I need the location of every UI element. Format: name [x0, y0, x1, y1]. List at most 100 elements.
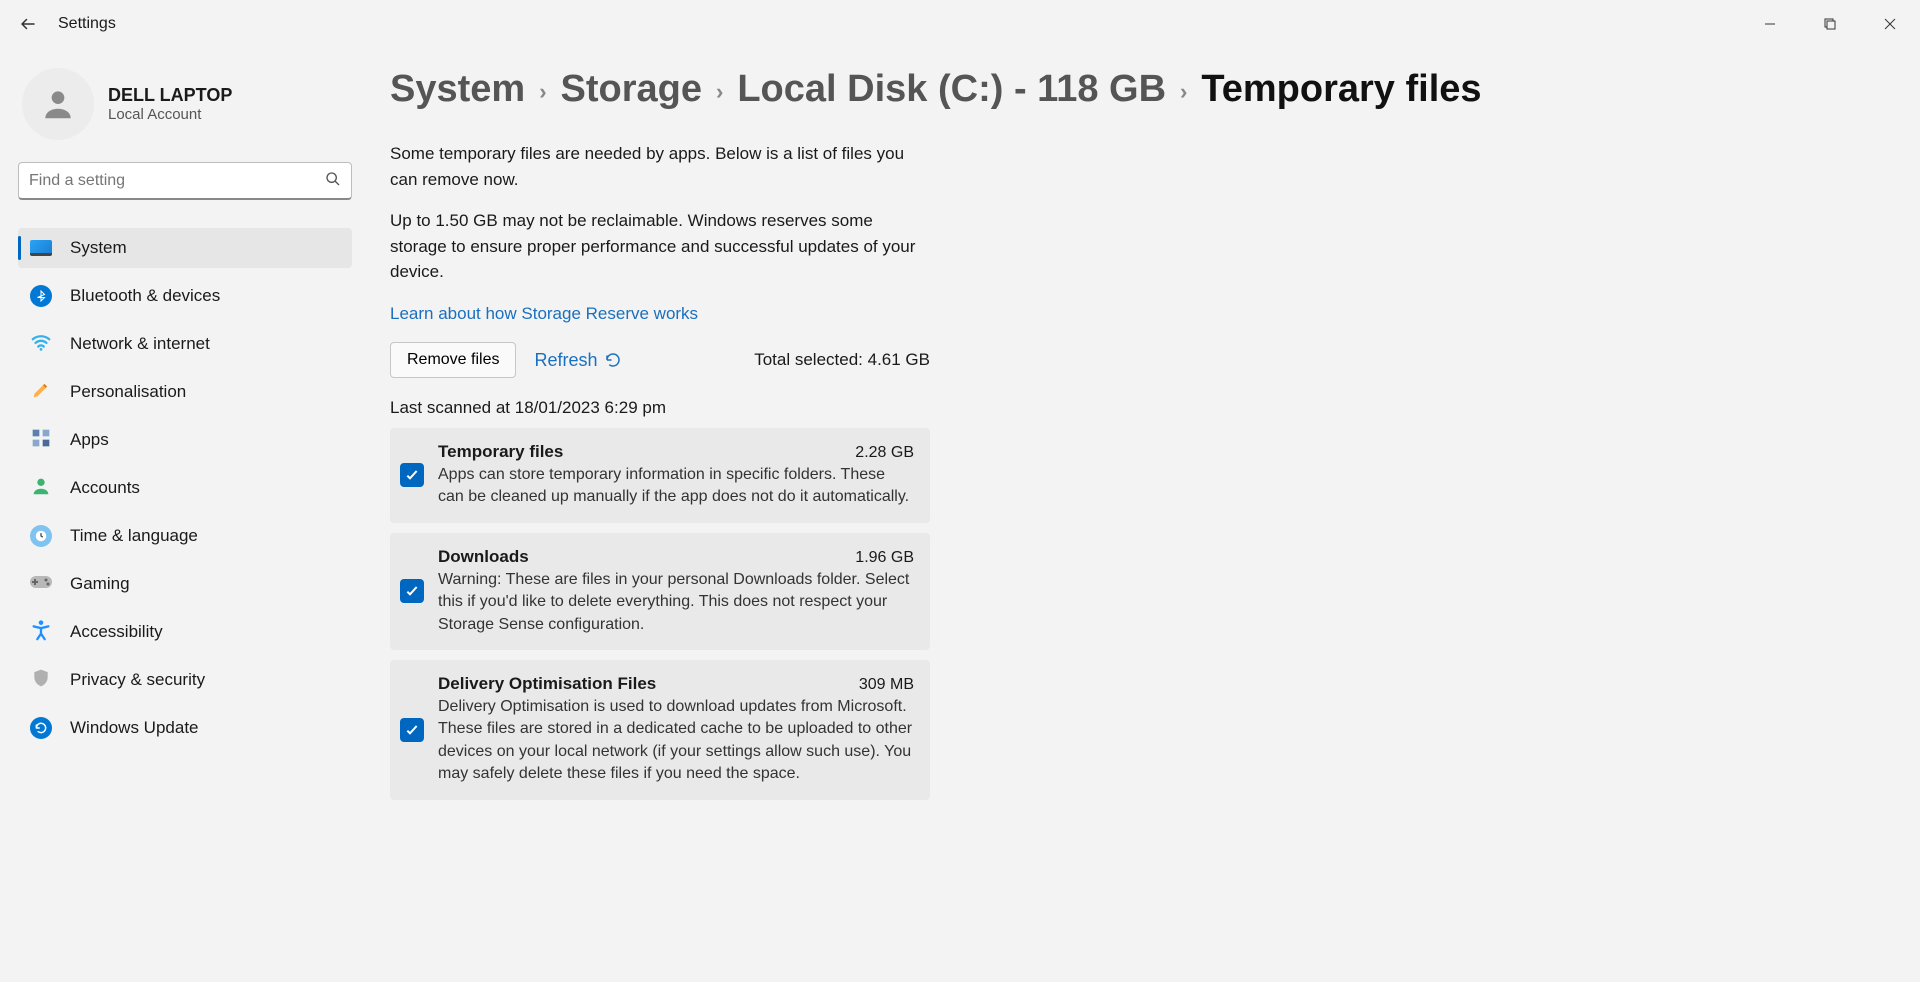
- nav-label: Accessibility: [70, 622, 163, 642]
- system-icon: [30, 240, 52, 256]
- nav-icon-wrap: [30, 285, 52, 307]
- nav-icon-wrap: [30, 573, 52, 595]
- nav-label: Gaming: [70, 574, 130, 594]
- chevron-right-icon: ›: [539, 79, 546, 105]
- file-size: 1.96 GB: [855, 549, 914, 567]
- nav-label: Time & language: [70, 526, 198, 546]
- close-button[interactable]: [1860, 0, 1920, 48]
- close-icon: [1884, 18, 1896, 30]
- content: System › Storage › Local Disk (C:) - 118 GB ›…: [370, 48, 1920, 982]
- search-icon: [325, 171, 341, 191]
- account-type: Local Account: [108, 106, 232, 123]
- file-checkbox[interactable]: [400, 718, 424, 742]
- search-input-wrap[interactable]: [18, 162, 352, 200]
- minimize-button[interactable]: [1740, 0, 1800, 48]
- window-controls: [1740, 0, 1920, 48]
- file-list: Temporary files2.28 GBApps can store tem…: [390, 428, 930, 800]
- nav-icon-wrap: [30, 621, 52, 643]
- update-icon: [30, 717, 52, 739]
- breadcrumb-link[interactable]: System: [390, 68, 525, 111]
- nav-item-system[interactable]: System: [18, 228, 352, 268]
- file-card: Delivery Optimisation Files309 MBDeliver…: [390, 660, 930, 800]
- file-card: Downloads 1.96 GB Warning: These are files…: [390, 533, 930, 650]
- title-bar: Settings: [0, 0, 1920, 48]
- nav-item-network[interactable]: Network & internet: [18, 324, 352, 364]
- nav-item-bluetooth[interactable]: Bluetooth & devices: [18, 276, 352, 316]
- shield-icon: [31, 667, 51, 694]
- intro-paragraph-1: Some temporary files are needed by apps.…: [390, 141, 930, 192]
- refresh-button[interactable]: Refresh: [534, 350, 621, 371]
- file-description: Delivery Optimisation is used to downloa…: [438, 696, 914, 786]
- nav-icon-wrap: [30, 477, 52, 499]
- nav-label: Windows Update: [70, 718, 199, 738]
- file-card: Temporary files2.28 GBApps can store tem…: [390, 428, 930, 523]
- nav-item-personalisation[interactable]: Personalisation: [18, 372, 352, 412]
- chevron-right-icon: ›: [1180, 79, 1187, 105]
- file-size: 2.28 GB: [855, 444, 914, 462]
- nav-label: System: [70, 238, 127, 258]
- avatar: [22, 68, 94, 140]
- app-title: Settings: [58, 15, 116, 33]
- action-row: Remove files Refresh Total selected: 4.6…: [390, 342, 930, 378]
- nav-label: Apps: [70, 430, 109, 450]
- account-name: DELL LAPTOP: [108, 85, 232, 106]
- check-icon: [404, 583, 420, 599]
- clock-icon: [30, 525, 52, 547]
- intro-text: Some temporary files are needed by apps.…: [390, 141, 930, 326]
- back-button[interactable]: [8, 4, 48, 44]
- arrow-left-icon: [19, 15, 37, 33]
- nav-item-apps[interactable]: Apps: [18, 420, 352, 460]
- nav-icon-wrap: [30, 525, 52, 547]
- nav-icon-wrap: [30, 333, 52, 355]
- intro-paragraph-2: Up to 1.50 GB may not be reclaimable. Wi…: [390, 208, 930, 285]
- nav-item-accounts[interactable]: Accounts: [18, 468, 352, 508]
- nav-item-time[interactable]: Time & language: [18, 516, 352, 556]
- nav-list: System Bluetooth & devices Network & inter…: [18, 228, 352, 748]
- accounts-icon: [30, 475, 52, 502]
- breadcrumb-link[interactable]: Storage: [561, 68, 702, 111]
- nav-label: Personalisation: [70, 382, 186, 402]
- sidebar: DELL LAPTOP Local Account System Bluetoot…: [0, 48, 370, 982]
- person-icon: [39, 85, 77, 123]
- file-checkbox[interactable]: [400, 579, 424, 603]
- file-checkbox[interactable]: [400, 463, 424, 487]
- file-title: Delivery Optimisation Files: [438, 674, 656, 694]
- nav-item-gaming[interactable]: Gaming: [18, 564, 352, 604]
- refresh-icon: [604, 351, 622, 369]
- nav-item-accessibility[interactable]: Accessibility: [18, 612, 352, 652]
- nav-label: Accounts: [70, 478, 140, 498]
- maximize-icon: [1824, 18, 1836, 30]
- total-selected: Total selected: 4.61 GB: [754, 350, 930, 370]
- nav-icon-wrap: [30, 237, 52, 259]
- nav-icon-wrap: [30, 381, 52, 403]
- bluetooth-icon: [30, 285, 52, 307]
- total-value: 4.61 GB: [868, 350, 930, 369]
- nav-icon-wrap: [30, 429, 52, 451]
- chevron-right-icon: ›: [716, 79, 723, 105]
- remove-files-button[interactable]: Remove files: [390, 342, 516, 378]
- breadcrumb-current: Temporary files: [1201, 68, 1481, 111]
- minimize-icon: [1764, 18, 1776, 30]
- file-description: Apps can store temporary information in …: [438, 464, 914, 509]
- accessibility-icon: [30, 619, 52, 646]
- breadcrumb-link[interactable]: Local Disk (C:) - 118 GB: [737, 68, 1166, 111]
- breadcrumbs: System › Storage › Local Disk (C:) - 118 GB ›…: [390, 68, 1880, 111]
- file-description: Warning: These are files in your persona…: [438, 569, 914, 636]
- check-icon: [404, 467, 420, 483]
- nav-label: Network & internet: [70, 334, 210, 354]
- wifi-icon: [30, 331, 52, 358]
- nav-label: Privacy & security: [70, 670, 205, 690]
- brush-icon: [30, 379, 52, 406]
- nav-icon-wrap: [30, 717, 52, 739]
- search-input[interactable]: [29, 172, 325, 190]
- apps-icon: [31, 428, 51, 453]
- nav-label: Bluetooth & devices: [70, 286, 220, 306]
- maximize-button[interactable]: [1800, 0, 1860, 48]
- nav-item-update[interactable]: Windows Update: [18, 708, 352, 748]
- check-icon: [404, 722, 420, 738]
- storage-reserve-link[interactable]: Learn about how Storage Reserve works: [390, 304, 698, 323]
- account-block[interactable]: DELL LAPTOP Local Account: [18, 68, 352, 156]
- file-title: Downloads: [438, 547, 529, 567]
- last-scanned: Last scanned at 18/01/2023 6:29 pm: [390, 398, 1880, 418]
- nav-item-privacy[interactable]: Privacy & security: [18, 660, 352, 700]
